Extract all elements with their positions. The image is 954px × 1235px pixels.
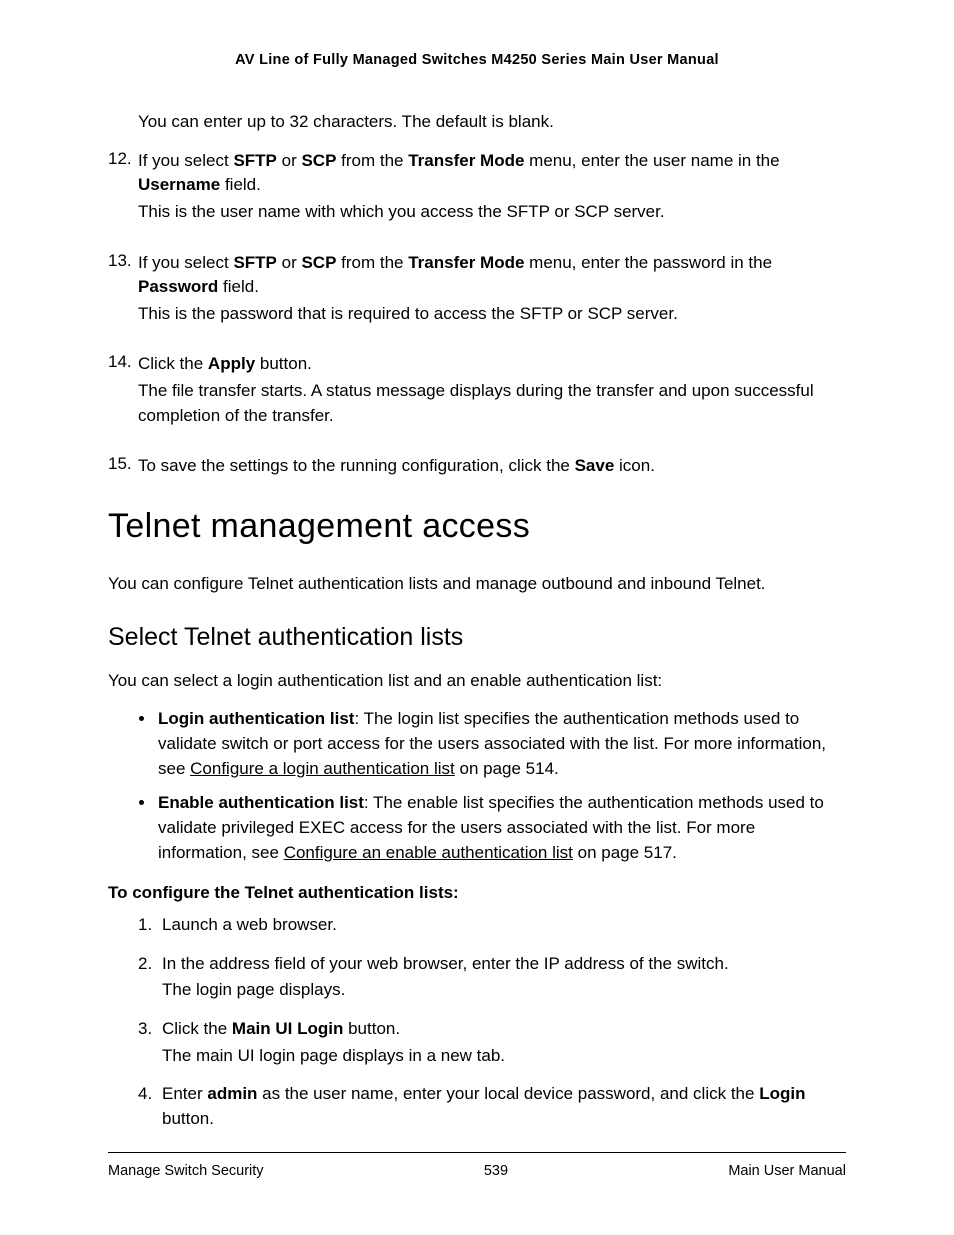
intro-paragraph: You can configure Telnet authentication … [108,572,846,597]
bullet-login-auth: Login authentication list: The login lis… [156,707,846,781]
bold: SCP [301,151,336,170]
text: as the user name, enter your local devic… [257,1084,759,1103]
text: field. [220,175,261,194]
bold: Login [759,1084,805,1103]
bold: Main UI Login [232,1019,343,1038]
text: or [277,253,302,272]
bullet-enable-auth: Enable authentication list: The enable l… [156,791,846,865]
follow-text: The file transfer starts. A status messa… [138,379,846,428]
bold: SFTP [233,151,276,170]
bold: Username [138,175,220,194]
bold: Transfer Mode [408,151,524,170]
page-footer: Manage Switch Security 539 Main User Man… [108,1152,846,1179]
text: In the address field of your web browser… [162,954,729,973]
footer-rule [108,1152,846,1153]
step-number: 14. [108,352,138,442]
text: on page 514. [455,759,559,778]
procedure-step: In the address field of your web browser… [138,952,846,1003]
bold: admin [207,1084,257,1103]
bullet-label: Login authentication list [158,709,354,728]
footer-left: Manage Switch Security [108,1163,264,1179]
step-13: 13. If you select SFTP or SCP from the T… [108,251,846,341]
page-header-title: AV Line of Fully Managed Switches M4250 … [108,52,846,68]
step-number: 12. [108,149,138,239]
text: If you select [138,253,233,272]
procedure-step: Enter admin as the user name, enter your… [138,1082,846,1131]
pre-text: You can enter up to 32 characters. The d… [138,110,846,135]
footer-page-number: 539 [484,1163,508,1179]
text: or [277,151,302,170]
step-15: 15. To save the settings to the running … [108,454,846,479]
follow-text: The main UI login page displays in a new… [162,1044,846,1069]
procedure-heading: To configure the Telnet authentication l… [108,883,846,903]
step-number: 13. [108,251,138,341]
step-14: 14. Click the Apply button. The file tra… [108,352,846,442]
bold: Save [575,456,615,475]
text: field. [218,277,259,296]
text: from the [336,253,408,272]
bold: SFTP [233,253,276,272]
text: Click the [138,354,208,373]
step-12: 12. If you select SFTP or SCP from the T… [108,149,846,239]
footer-right: Main User Manual [728,1163,846,1179]
text: button. [343,1019,400,1038]
text: icon. [614,456,655,475]
text: menu, enter the password in the [524,253,772,272]
bullet-label: Enable authentication list [158,793,364,812]
text: Click the [162,1019,232,1038]
text: Enter [162,1084,207,1103]
text: button. [162,1109,214,1128]
procedure-step: Launch a web browser. [138,913,846,938]
bold: Apply [208,354,255,373]
follow-text: This is the password that is required to… [138,302,846,327]
bold: SCP [301,253,336,272]
text: To save the settings to the running conf… [138,456,575,475]
text: on page 517. [573,843,677,862]
text: menu, enter the user name in the [524,151,779,170]
bold: Password [138,277,218,296]
cross-ref-link[interactable]: Configure a login authentication list [190,759,455,778]
intro-paragraph: You can select a login authentication li… [108,669,846,694]
heading-select-auth-lists: Select Telnet authentication lists [108,623,846,652]
cross-ref-link[interactable]: Configure an enable authentication list [284,843,573,862]
text: If you select [138,151,233,170]
text: button. [255,354,312,373]
follow-text: This is the user name with which you acc… [138,200,846,225]
text: Launch a web browser. [162,915,337,934]
bold: Transfer Mode [408,253,524,272]
text: from the [336,151,408,170]
heading-telnet-management: Telnet management access [108,507,846,546]
procedure-step: Click the Main UI Login button. The main… [138,1017,846,1068]
follow-text: The login page displays. [162,978,846,1003]
step-number: 15. [108,454,138,479]
